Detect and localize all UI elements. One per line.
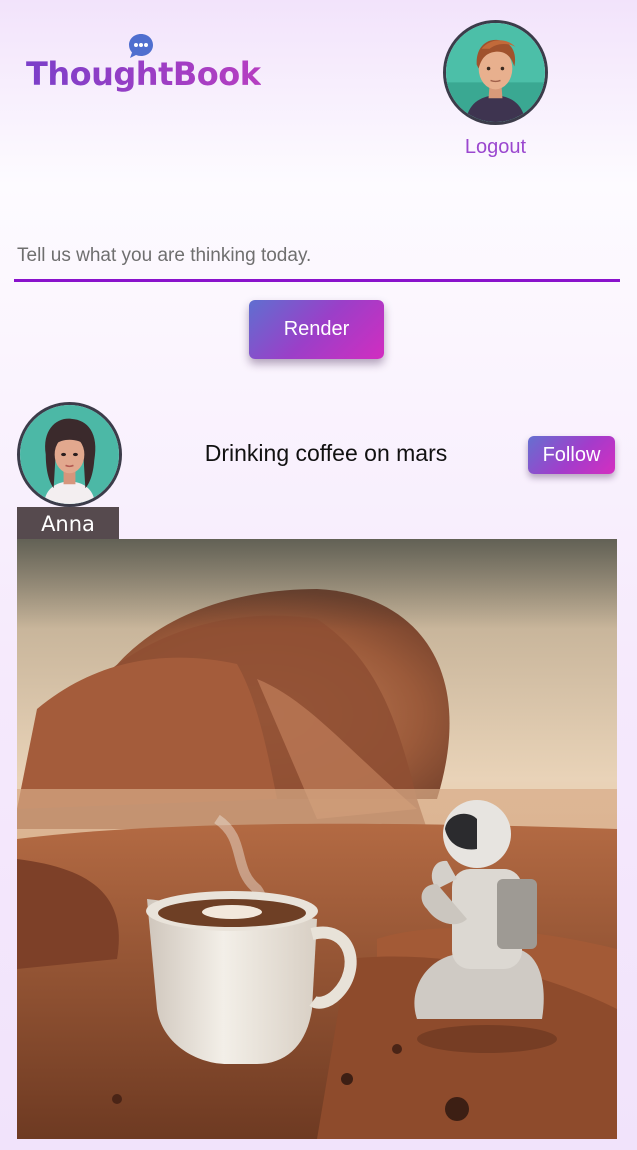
thought-composer [14, 232, 620, 285]
app-header: ThoughtBook Logout [0, 0, 637, 180]
render-button[interactable]: Render [249, 300, 384, 359]
post-image [17, 539, 617, 1139]
post-caption: Drinking coffee on mars [204, 440, 448, 466]
logout-link[interactable]: Logout [443, 136, 548, 159]
author-name[interactable]: Anna [17, 507, 119, 539]
brand-logo[interactable]: ThoughtBook [26, 56, 261, 92]
user-avatar[interactable] [443, 20, 548, 125]
feed-post: Anna Drinking coffee on mars Follow [0, 400, 637, 1140]
follow-button[interactable]: Follow [528, 436, 615, 474]
author-avatar[interactable] [17, 402, 122, 507]
thought-input[interactable] [14, 232, 620, 282]
